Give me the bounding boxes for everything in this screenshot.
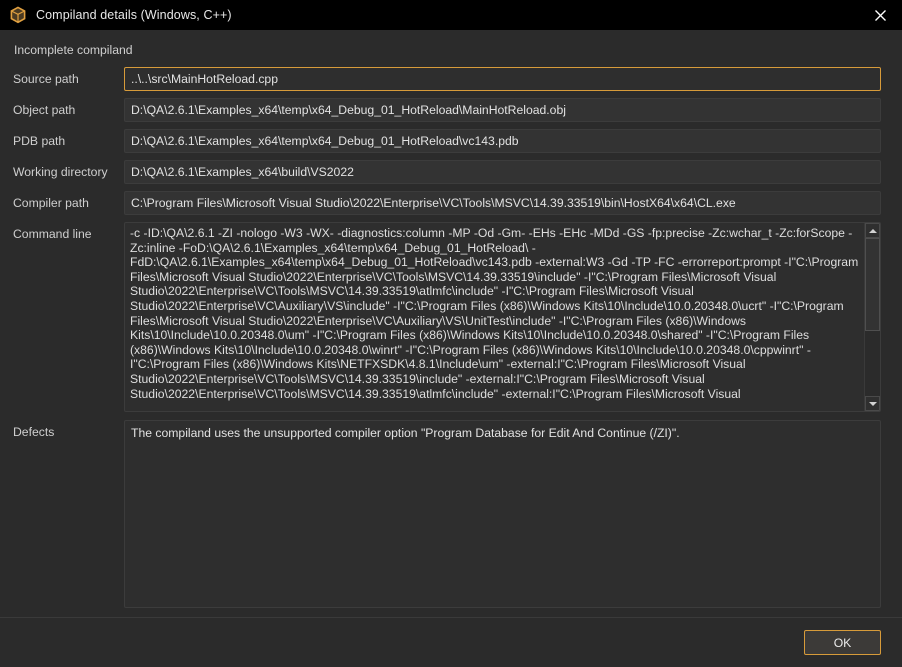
- pdb-path-input[interactable]: D:\QA\2.6.1\Examples_x64\temp\x64_Debug_…: [124, 129, 881, 153]
- defects-textarea[interactable]: The compiland uses the unsupported compi…: [124, 420, 881, 608]
- compiler-path-label: Compiler path: [13, 196, 89, 210]
- hexagon-box-icon: [10, 6, 26, 24]
- group-title: Incomplete compiland: [14, 43, 133, 57]
- ok-button[interactable]: OK: [804, 630, 881, 655]
- command-line-scrollbar[interactable]: [864, 223, 880, 411]
- form-row-working-directory: Working directory D:\QA\2.6.1\Examples_x…: [13, 160, 881, 184]
- working-directory-label: Working directory: [13, 165, 108, 179]
- arrow-up-icon: [868, 228, 877, 233]
- defects-label: Defects: [13, 425, 55, 439]
- scroll-up-button[interactable]: [865, 223, 880, 238]
- command-line-textarea[interactable]: -c -ID:\QA\2.6.1 -ZI -nologo -W3 -WX- -d…: [125, 223, 864, 411]
- form-row-compiler-path: Compiler path C:\Program Files\Microsoft…: [13, 191, 881, 215]
- close-button[interactable]: [858, 0, 902, 30]
- title-bar: Compiland details (Windows, C++): [0, 0, 902, 30]
- form-row-source-path: Source path ..\..\src\MainHotReload.cpp: [13, 67, 881, 91]
- object-path-label: Object path: [13, 103, 76, 117]
- scrollbar-thumb[interactable]: [865, 238, 880, 332]
- command-line-container: -c -ID:\QA\2.6.1 -ZI -nologo -W3 -WX- -d…: [124, 222, 881, 412]
- dialog-body: Incomplete compiland Source path ..\..\s…: [0, 30, 902, 617]
- working-directory-input[interactable]: D:\QA\2.6.1\Examples_x64\build\VS2022: [124, 160, 881, 184]
- dialog-footer: OK: [0, 617, 902, 667]
- window-title: Compiland details (Windows, C++): [36, 8, 232, 22]
- arrow-down-icon: [868, 401, 877, 406]
- form-row-command-line: Command line -c -ID:\QA\2.6.1 -ZI -nolog…: [13, 222, 881, 412]
- command-line-label: Command line: [13, 227, 92, 241]
- pdb-path-label: PDB path: [13, 134, 66, 148]
- compiland-details-dialog: Compiland details (Windows, C++) Incompl…: [0, 0, 902, 667]
- scroll-down-button[interactable]: [865, 396, 880, 411]
- form-row-defects: Defects The compiland uses the unsupport…: [13, 420, 881, 608]
- scrollbar-track[interactable]: [865, 238, 880, 396]
- form-row-object-path: Object path D:\QA\2.6.1\Examples_x64\tem…: [13, 98, 881, 122]
- object-path-input[interactable]: D:\QA\2.6.1\Examples_x64\temp\x64_Debug_…: [124, 98, 881, 122]
- compiler-path-input[interactable]: C:\Program Files\Microsoft Visual Studio…: [124, 191, 881, 215]
- form-row-pdb-path: PDB path D:\QA\2.6.1\Examples_x64\temp\x…: [13, 129, 881, 153]
- close-icon: [874, 9, 886, 21]
- source-path-label: Source path: [13, 72, 79, 86]
- source-path-input[interactable]: ..\..\src\MainHotReload.cpp: [124, 67, 881, 91]
